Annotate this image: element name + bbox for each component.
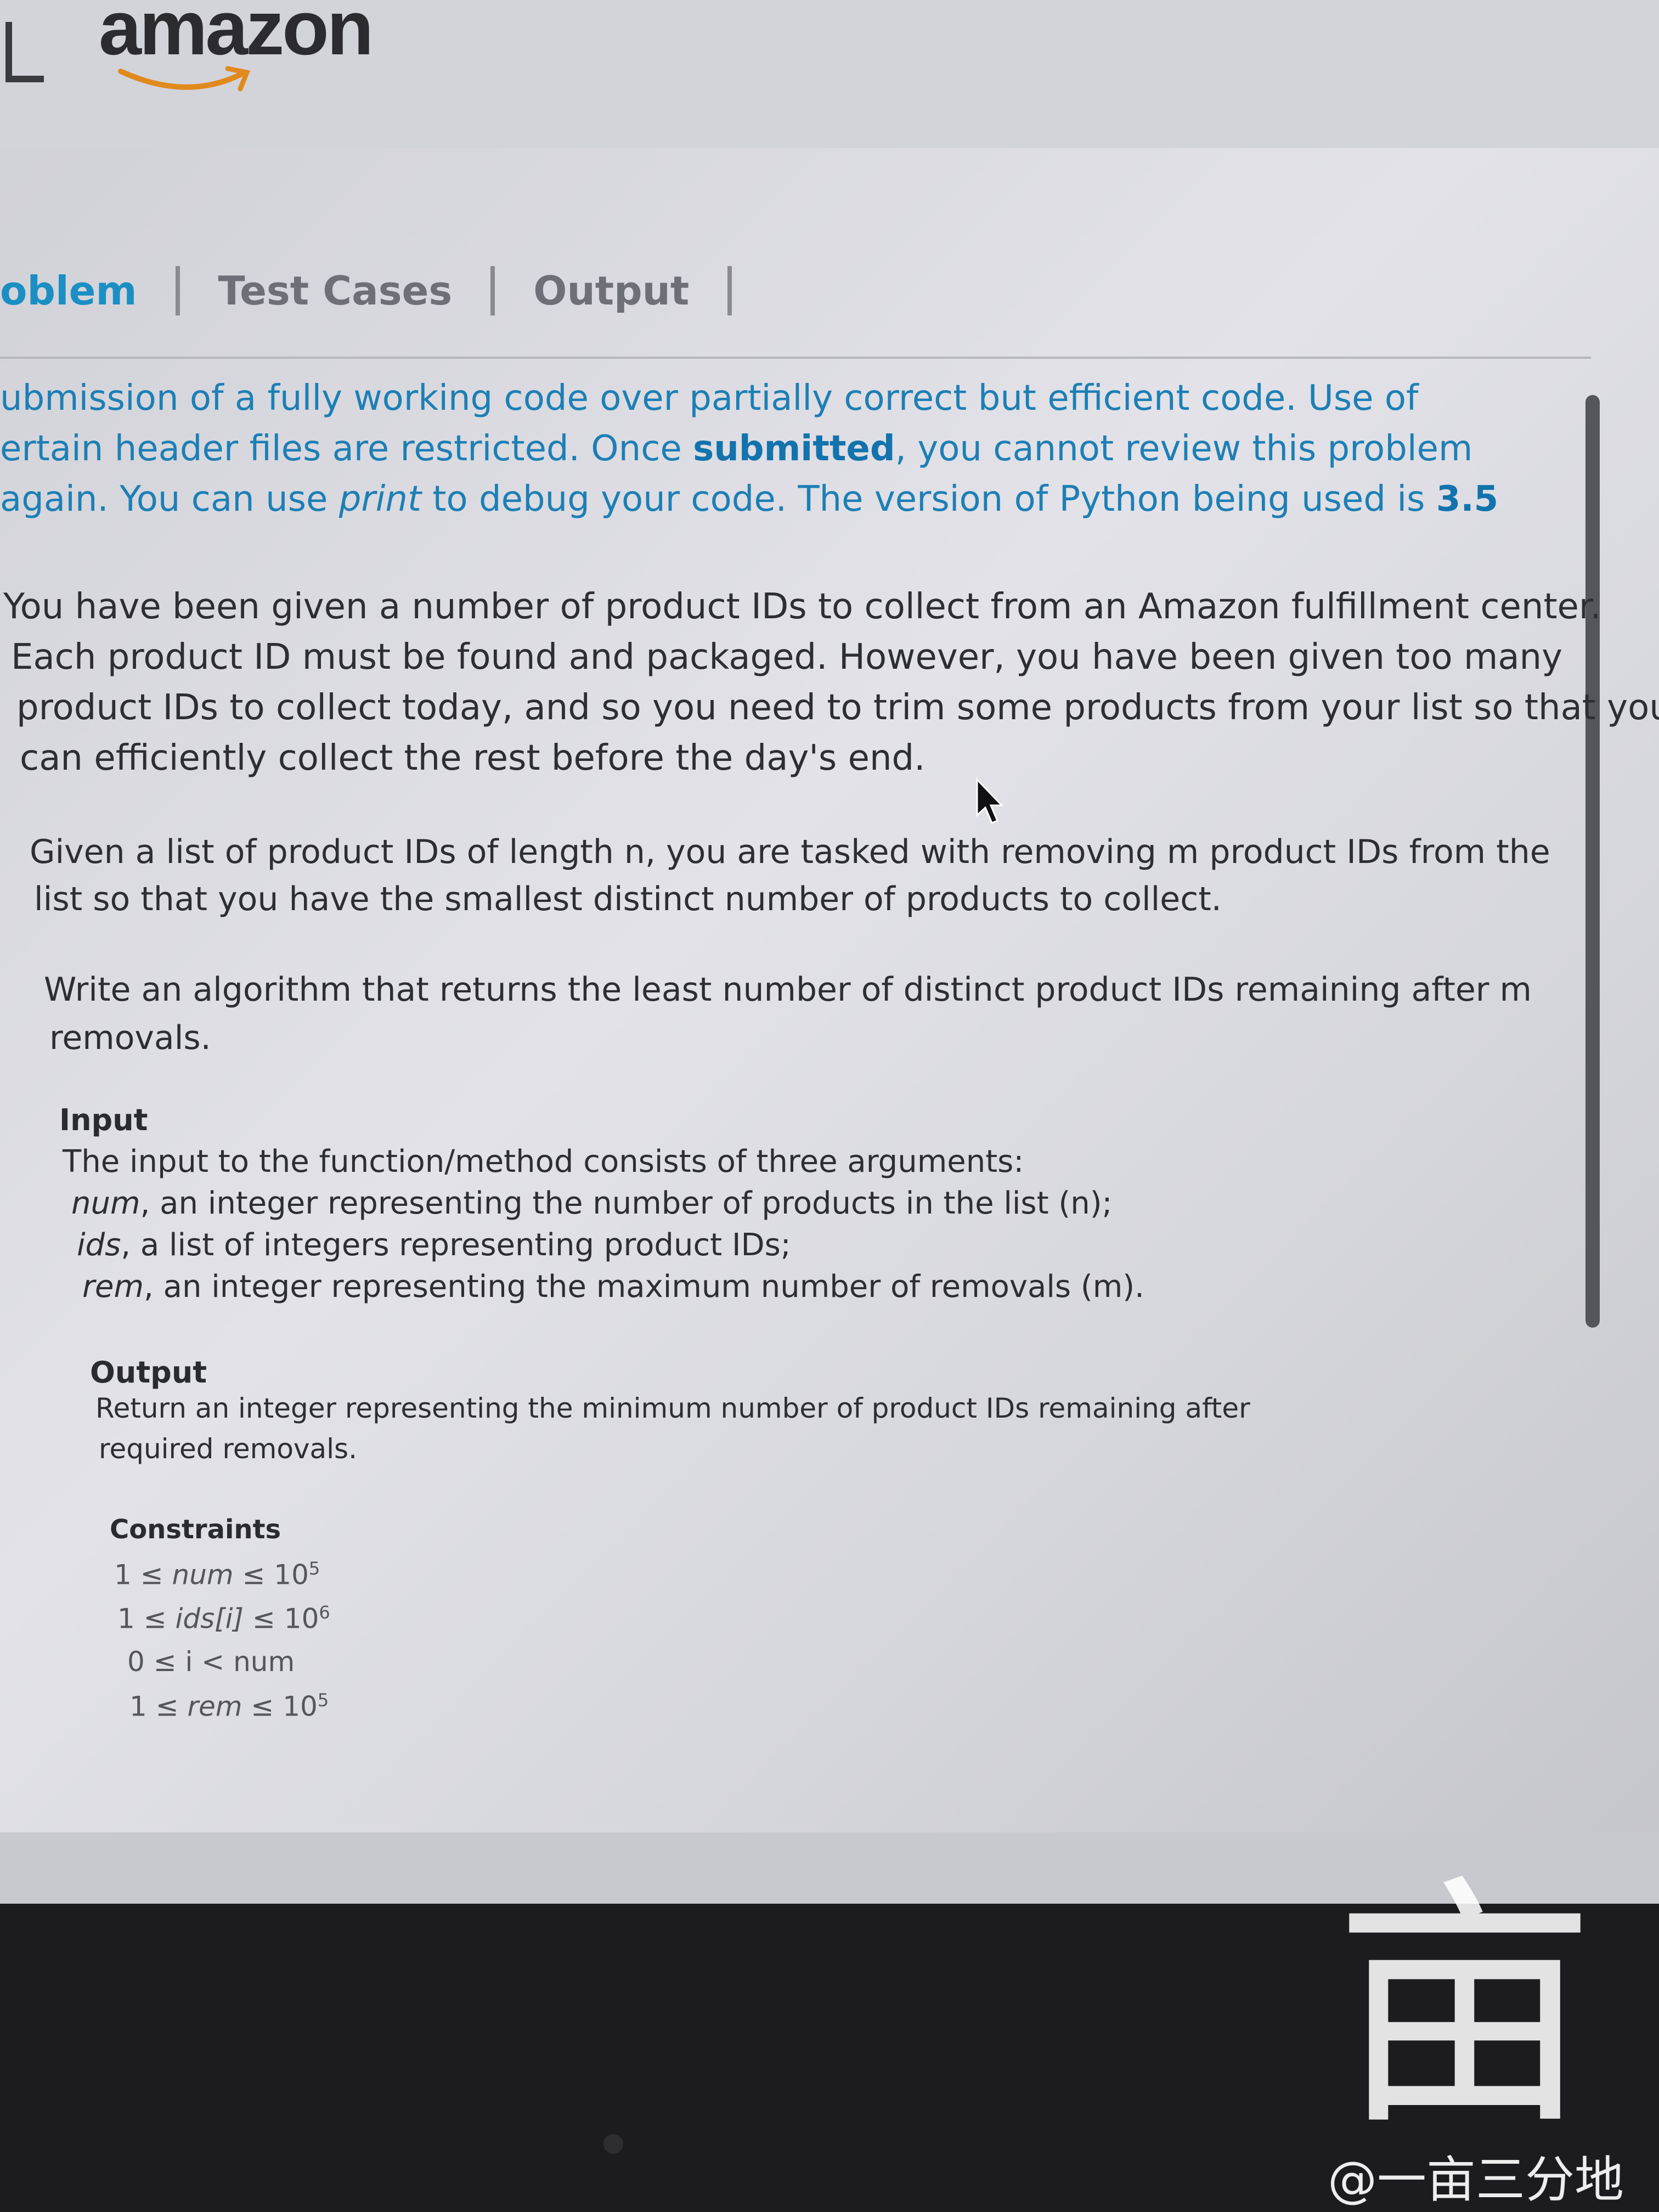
tab-divider [490, 266, 495, 315]
constraints-title: Constraints [110, 1514, 281, 1545]
tab-divider [727, 266, 732, 315]
arg-ids: ids, a list of integers representing pro… [77, 1227, 791, 1263]
page-header: amazon [0, 0, 1659, 148]
mouse-cursor-icon [976, 777, 1004, 824]
watermark-logo: 亩 [1333, 1854, 1596, 2161]
constraint-num: 1 ≤ num ≤ 105 [114, 1558, 320, 1591]
print-keyword: print [338, 479, 422, 520]
watermark-text: @一亩三分地 [1328, 2151, 1624, 2209]
constraint-index: 0 ≤ i < num [127, 1646, 295, 1678]
monitor-screen: amazon oblem Test Cases Output ubmission… [0, 0, 1659, 1904]
python-version: 3.5 [1436, 479, 1499, 520]
input-title: Input [59, 1103, 148, 1137]
input-body: The input to the function/method consist… [63, 1141, 1144, 1308]
arg-rem: rem, an integer representing the maximum… [82, 1269, 1144, 1305]
description-paragraph-1: You have been given a number of product … [3, 586, 1659, 778]
scrollbar[interactable] [1585, 395, 1600, 1328]
tab-problem[interactable]: oblem [0, 268, 154, 314]
tab-test-cases[interactable]: Test Cases [202, 268, 469, 314]
back-icon[interactable] [5, 22, 44, 82]
output-body: Return an integer representing the minim… [95, 1392, 1250, 1465]
amazon-smile-icon [118, 66, 251, 92]
intro-line: ubmission of a fully working code over p… [0, 378, 1419, 419]
constraint-ids: 1 ≤ ids[i] ≤ 106 [117, 1602, 330, 1635]
intro-line: again. You can use print to debug your c… [0, 479, 1499, 520]
arg-num: num, an integer representing the number … [71, 1186, 1113, 1221]
intro-paragraph: ubmission of a fully working code over p… [0, 373, 1498, 524]
tab-divider [175, 266, 180, 315]
tab-bar: oblem Test Cases Output [0, 252, 754, 329]
description-paragraph-2: Given a list of product IDs of length n,… [30, 833, 1550, 918]
output-title: Output [90, 1355, 207, 1390]
intro-line: ertain header files are restricted. Once… [0, 428, 1473, 469]
description-paragraph-3: Write an algorithm that returns the leas… [44, 970, 1532, 1057]
constraint-rem: 1 ≤ rem ≤ 105 [129, 1690, 329, 1723]
submitted-keyword: submitted [693, 428, 895, 469]
tab-underline [0, 357, 1591, 359]
tab-output[interactable]: Output [517, 268, 706, 314]
monitor-power-light [603, 2134, 623, 2154]
